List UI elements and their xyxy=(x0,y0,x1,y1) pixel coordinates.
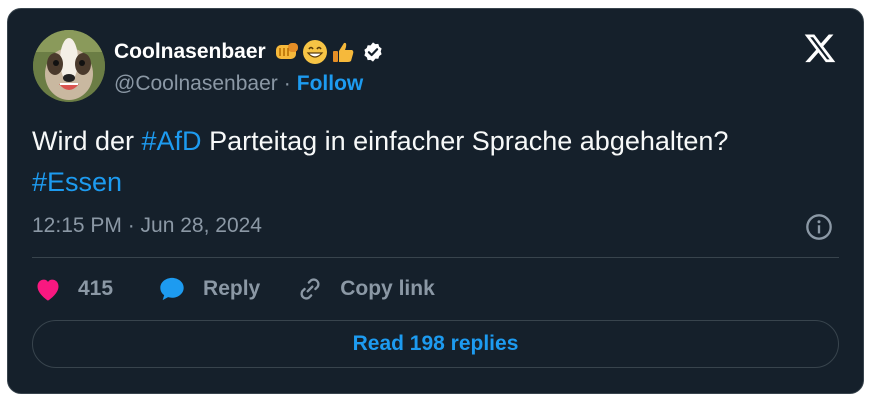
reply-button[interactable]: Reply xyxy=(157,275,260,303)
tweet-text-part: Parteitag in einfacher Sprache abgehalte… xyxy=(201,126,729,156)
fist-emoji xyxy=(275,43,298,59)
follow-button[interactable]: Follow xyxy=(297,72,364,96)
copy-link-label: Copy link xyxy=(340,277,435,300)
tweet-text-part: Wird der xyxy=(32,126,142,156)
heart-icon xyxy=(37,279,59,301)
author-handle[interactable]: @Coolnasenbaer xyxy=(114,72,278,96)
name-emojis xyxy=(274,39,356,65)
divider xyxy=(32,257,839,258)
hashtag-afd[interactable]: #AfD xyxy=(142,126,202,156)
copy-link-button[interactable]: Copy link xyxy=(296,275,435,303)
author-avatar[interactable] xyxy=(33,30,105,102)
info-icon[interactable] xyxy=(805,213,833,241)
reply-label: Reply xyxy=(203,277,261,300)
tweet-card: Coolnasenbaer @Coolnasenbaer · Follow Wi… xyxy=(7,8,864,394)
grin-emoji xyxy=(302,40,327,64)
separator-dot: · xyxy=(283,72,291,95)
like-count: 415 xyxy=(78,277,114,300)
reply-bubble-icon xyxy=(160,277,184,301)
author-display-name[interactable]: Coolnasenbaer xyxy=(114,40,266,64)
link-icon xyxy=(300,278,320,300)
tweet-text: Wird der #AfD Parteitag in einfacher Spr… xyxy=(32,121,842,203)
author-name-row: Coolnasenbaer xyxy=(114,39,384,65)
author-handle-row: @Coolnasenbaer · Follow xyxy=(114,72,363,96)
read-replies-button[interactable]: Read 198 replies xyxy=(32,320,839,368)
thumbs-up-emoji xyxy=(332,42,354,62)
like-button[interactable]: 415 xyxy=(34,276,113,302)
tweet-actions: 415 Reply Copy link xyxy=(34,275,435,303)
verified-badge-icon xyxy=(364,42,382,62)
hashtag-essen[interactable]: #Essen xyxy=(32,167,122,197)
tweet-timestamp[interactable]: 12:15 PM · Jun 28, 2024 xyxy=(32,214,262,238)
x-logo-icon[interactable] xyxy=(803,31,837,65)
